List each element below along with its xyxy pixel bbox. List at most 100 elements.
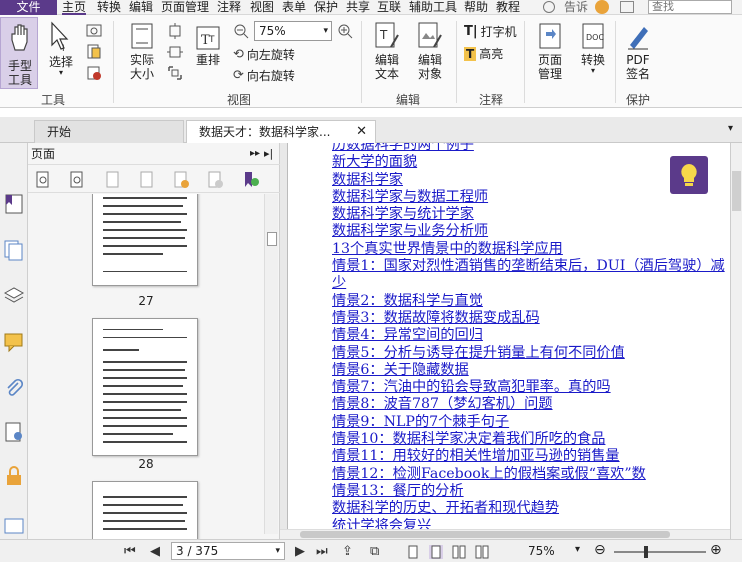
edit-object-button[interactable]: 编辑 对象 — [410, 21, 450, 81]
thumbnail-scrollbar[interactable] — [264, 194, 278, 534]
toc-link[interactable]: 13个真实世界情景中的数据科学应用 — [332, 241, 728, 258]
page-thumbnail[interactable] — [92, 318, 198, 456]
close-icon[interactable]: ✕ — [356, 121, 367, 143]
two-page-icon[interactable] — [452, 545, 466, 559]
export-icon[interactable]: ⇪ — [342, 544, 353, 559]
single-page-icon[interactable] — [406, 545, 420, 559]
tab-connect[interactable]: 互联 — [377, 0, 401, 15]
page-thumbnail[interactable] — [92, 194, 198, 286]
toc-link[interactable]: 情景8：波音787（梦幻客机）问题 — [332, 396, 728, 413]
tab-convert[interactable]: 转换 — [97, 0, 121, 15]
actual-size-button[interactable]: 实际 大小 — [122, 21, 162, 81]
toc-link[interactable]: 情景7：汽油中的铅会导致高犯罪率。真的吗 — [332, 379, 728, 396]
fit-visible-icon[interactable] — [167, 65, 183, 81]
zoom-in-icon[interactable]: ⊕ — [710, 542, 722, 558]
two-page-continuous-icon[interactable] — [475, 545, 489, 559]
search-settings-icon[interactable] — [620, 1, 634, 13]
reflow-button[interactable]: TT 重排 — [192, 21, 224, 67]
tab-share[interactable]: 共享 — [346, 0, 370, 15]
scrollbar-thumb[interactable] — [732, 171, 741, 211]
page-thumbnail[interactable] — [92, 481, 198, 539]
tab-help[interactable]: 帮助 — [464, 0, 488, 15]
enlarge-thumbnails-icon[interactable] — [34, 171, 52, 189]
chevron-down-icon[interactable]: ▾ — [575, 544, 580, 555]
pdf-sign-button[interactable]: PDF 签名 — [621, 21, 655, 81]
tell-me-label[interactable]: 告诉 — [564, 0, 588, 15]
tab-organize[interactable]: 页面管理 — [161, 0, 209, 15]
convert-button[interactable]: DOC 转换 ▾ — [576, 21, 610, 75]
highlight-button[interactable]: T 高亮 — [464, 45, 503, 62]
badge-icon[interactable] — [595, 0, 609, 14]
toc-link[interactable]: 情景6：关于隐藏数据 — [332, 362, 728, 379]
toc-link[interactable]: 情景3：数据故障将数据变成乱码 — [332, 310, 728, 327]
fit-page-icon[interactable] — [167, 23, 183, 39]
tab-view[interactable]: 视图 — [250, 0, 274, 15]
toc-link[interactable]: 情景4：异常空间的回归 — [332, 327, 728, 344]
signature-panel-icon[interactable] — [3, 421, 25, 443]
form-fields-icon[interactable] — [3, 515, 25, 537]
delete-page-icon[interactable] — [206, 171, 224, 189]
toc-link[interactable]: 数据科学家 — [332, 172, 728, 189]
screenshot-icon[interactable] — [86, 23, 102, 37]
hint-button[interactable] — [670, 156, 708, 194]
toc-link[interactable]: 历数据科学的两个例子 — [332, 143, 728, 154]
zoom-out-icon[interactable] — [233, 23, 249, 39]
toc-link[interactable]: 少 — [332, 275, 728, 292]
toc-link[interactable]: 数据科学家与统计学家 — [332, 206, 728, 223]
typewriter-button[interactable]: T| 打字机 — [464, 23, 517, 40]
chevron-down-icon[interactable]: ▾ — [728, 123, 733, 134]
zoom-in-icon[interactable] — [337, 23, 353, 39]
tab-protect[interactable]: 保护 — [314, 0, 338, 15]
previous-page-icon[interactable]: ◀ — [150, 544, 160, 559]
page-properties-icon[interactable] — [242, 171, 260, 189]
toc-link[interactable]: 情景5：分析与诱导在提升销量上有何不同价值 — [332, 345, 728, 362]
zoom-slider[interactable] — [614, 546, 706, 558]
toc-link[interactable]: 情景2：数据科学与直觉 — [332, 293, 728, 310]
toc-link[interactable]: 情景1：国家对烈性酒销售的垄断结束后，DUI（酒后驾驶）减 — [332, 258, 728, 275]
continuous-page-icon[interactable] — [429, 545, 443, 559]
tab-comment[interactable]: 注释 — [217, 0, 241, 15]
search-input[interactable] — [648, 0, 732, 14]
toc-link[interactable]: 数据科学的历史、开拓者和现代趋势 — [332, 500, 728, 517]
page-manage-button[interactable]: 页面 管理 — [530, 21, 570, 81]
next-page-icon[interactable]: ▶ — [295, 544, 305, 559]
tab-edit[interactable]: 编辑 — [129, 0, 153, 15]
tab-tutorial[interactable]: 教程 — [496, 0, 520, 15]
tab-start[interactable]: 开始 — [34, 120, 184, 143]
lightbulb-icon[interactable] — [543, 1, 555, 13]
last-page-icon[interactable]: ⏭ — [316, 544, 328, 559]
insert-page-icon[interactable] — [104, 171, 122, 189]
add-page-icon[interactable] — [172, 171, 190, 189]
toc-link[interactable]: 情景13：餐厅的分析 — [332, 483, 728, 500]
zoom-level[interactable]: 75% — [528, 544, 555, 558]
tab-home[interactable]: 主页 — [62, 0, 87, 15]
tab-document[interactable]: 数据天才：数据科学家... ✕ — [186, 120, 376, 143]
pages-icon[interactable] — [3, 239, 25, 261]
toc-link[interactable]: 情景11：用较好的相关性增加亚马逊的销售量 — [332, 448, 728, 465]
horizontal-scrollbar[interactable] — [280, 529, 730, 539]
select-button[interactable]: I 选择 ▾ — [45, 21, 77, 77]
panel-close-icon[interactable]: ▸| — [264, 143, 273, 165]
layers-icon[interactable] — [3, 285, 25, 307]
file-menu[interactable]: 文件 — [0, 0, 57, 15]
toc-link[interactable]: 情景12：检测Facebook上的假档案或假“喜欢”数 — [332, 466, 728, 483]
rotate-right-button[interactable]: ⟳ 向右旋转 — [233, 67, 295, 84]
clipboard-icon[interactable] — [86, 43, 102, 59]
slider-knob[interactable] — [644, 546, 648, 558]
scrollbar-thumb[interactable] — [300, 531, 670, 538]
tab-accessibility[interactable]: 辅助工具 — [409, 0, 457, 15]
toc-link[interactable]: 新大学的面貌 — [332, 154, 728, 171]
scrollbar-thumb[interactable] — [267, 232, 277, 246]
zoom-select[interactable]: 75% ▾ — [254, 21, 332, 41]
comments-icon[interactable] — [3, 331, 25, 353]
attachment-icon[interactable] — [3, 377, 25, 399]
toc-link[interactable]: 数据科学家与业务分析师 — [332, 223, 728, 240]
lock-icon[interactable] — [3, 465, 25, 487]
page-number-input[interactable]: 3 / 375 ▾ — [171, 542, 285, 560]
toc-link[interactable]: 情景9：NLP的7个棘手句子 — [332, 414, 728, 431]
tab-form[interactable]: 表单 — [282, 0, 306, 15]
snapshot-icon[interactable] — [86, 65, 102, 81]
vertical-scrollbar[interactable] — [730, 143, 742, 539]
first-page-icon[interactable]: ⏮ — [124, 544, 136, 559]
panel-collapse-icon[interactable]: ▸▸ — [250, 143, 260, 165]
